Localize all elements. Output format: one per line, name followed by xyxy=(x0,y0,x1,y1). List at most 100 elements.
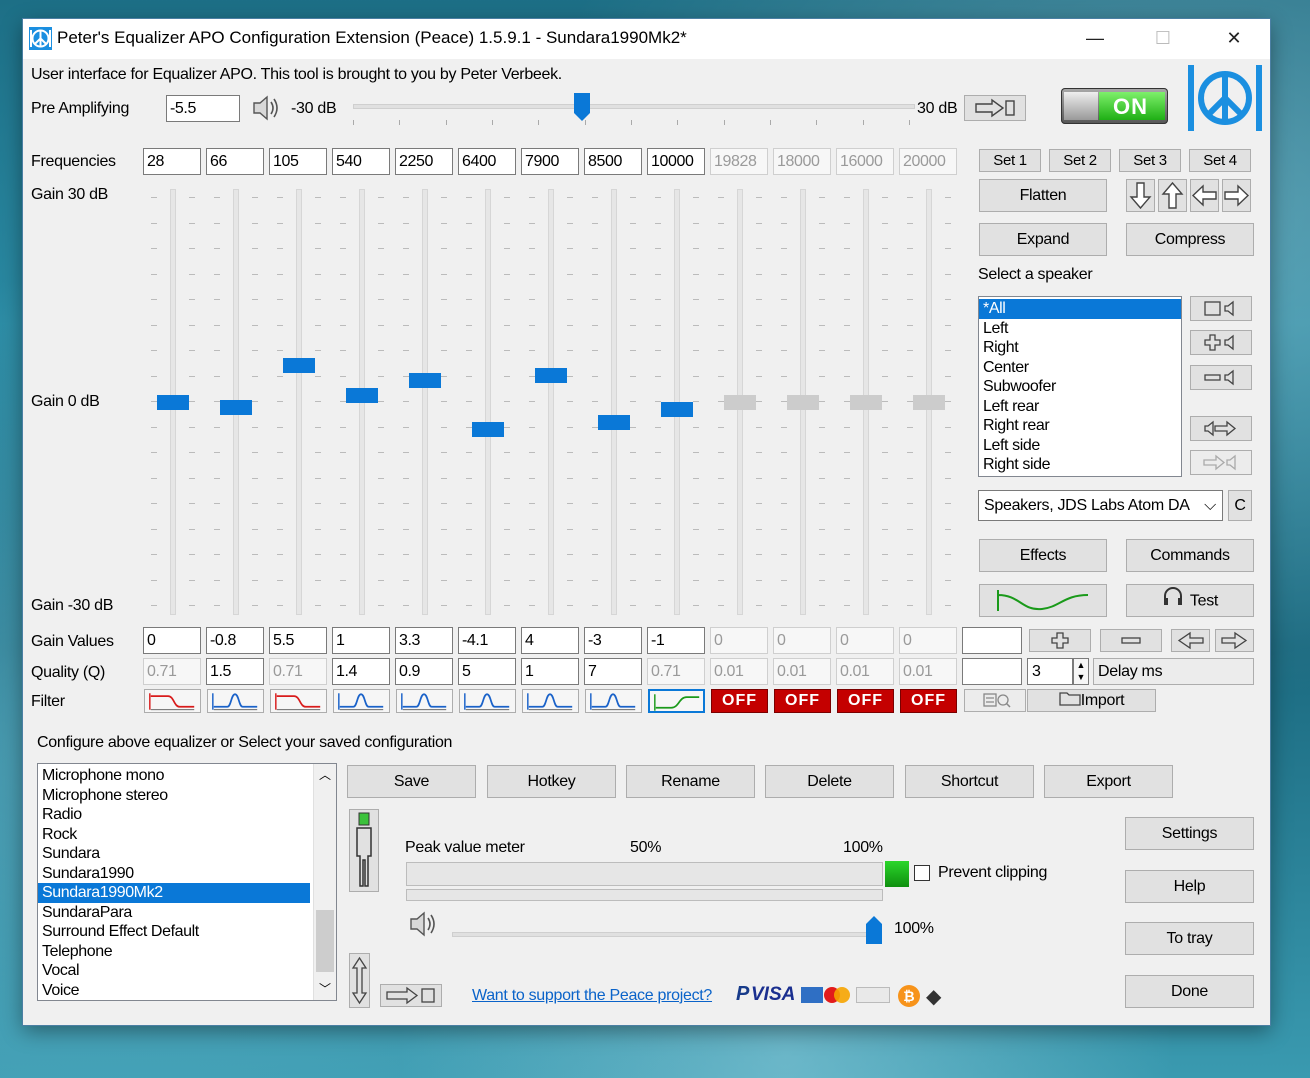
gain-input[interactable]: 0 xyxy=(899,627,957,654)
config-list-item[interactable]: Telephone xyxy=(38,942,310,962)
arrow-down-button[interactable] xyxy=(1126,179,1155,212)
band-slider-track[interactable] xyxy=(611,189,617,615)
filter-type-button[interactable] xyxy=(648,689,705,713)
config-scrollbar[interactable]: ︿ ﹀ xyxy=(313,764,336,1000)
config-list-item[interactable]: Microphone stereo xyxy=(38,786,310,806)
add-band-button[interactable] xyxy=(1029,629,1091,652)
speaker-list-item[interactable]: Right rear xyxy=(979,416,1181,436)
config-list-item[interactable]: Radio xyxy=(38,805,310,825)
speaker-list-item[interactable]: *All xyxy=(979,299,1181,319)
band-slider-thumb[interactable] xyxy=(283,358,315,374)
filter-type-button[interactable]: OFF xyxy=(711,689,768,713)
rename-button[interactable]: Rename xyxy=(626,765,755,798)
maximize-button[interactable]: ☐ xyxy=(1140,19,1186,59)
config-list-item[interactable]: Voice xyxy=(38,981,310,1001)
quality-input[interactable]: 7 xyxy=(584,658,642,685)
gain-input[interactable]: 3.3 xyxy=(395,627,453,654)
band-slider-track[interactable] xyxy=(296,189,302,615)
frequency-input[interactable]: 19828 xyxy=(710,148,768,175)
band-slider-track[interactable] xyxy=(422,189,428,615)
quality-input[interactable]: 1 xyxy=(521,658,579,685)
speaker-list-item[interactable]: Subwoofer xyxy=(979,377,1181,397)
gain-input[interactable]: -4.1 xyxy=(458,627,516,654)
filter-type-button[interactable] xyxy=(459,689,516,713)
frequency-input[interactable]: 7900 xyxy=(521,148,579,175)
help-button[interactable]: Help xyxy=(1125,870,1254,903)
band-slider-thumb[interactable] xyxy=(409,373,441,388)
minimize-button[interactable]: — xyxy=(1072,19,1118,59)
speaker-list-item[interactable]: Center xyxy=(979,358,1181,378)
frequency-input[interactable]: 20000 xyxy=(899,148,957,175)
quality-input[interactable]: 0.71 xyxy=(647,658,705,685)
band-slider-thumb[interactable] xyxy=(157,395,189,410)
gain-input[interactable]: -0.8 xyxy=(206,627,264,654)
hotkey-button[interactable]: Hotkey xyxy=(487,765,616,798)
config-list-item[interactable]: Rock xyxy=(38,825,310,845)
config-list-item[interactable]: Sundara1990Mk2 xyxy=(38,883,310,903)
remove-band-button[interactable] xyxy=(1100,629,1162,652)
band-slider-thumb[interactable] xyxy=(724,395,756,410)
quality-input[interactable]: 0.01 xyxy=(773,658,831,685)
band-slider-thumb[interactable] xyxy=(220,400,252,416)
band-slider-thumb[interactable] xyxy=(913,395,945,410)
speaker-apply-button[interactable] xyxy=(1190,450,1252,475)
frequency-input[interactable]: 540 xyxy=(332,148,390,175)
band-slider-thumb[interactable] xyxy=(346,388,378,404)
arrow-up-button[interactable] xyxy=(1158,179,1187,212)
resize-vertical-button[interactable] xyxy=(349,953,370,1008)
band-slider-thumb[interactable] xyxy=(598,415,630,430)
speaker-list-item[interactable]: Right side xyxy=(979,455,1181,475)
gain-input[interactable]: -1 xyxy=(647,627,705,654)
speaker-swap-button[interactable] xyxy=(1190,416,1252,441)
payment-logos[interactable]: P VISA ₿ ◆ xyxy=(736,982,946,1010)
speaker-square-button[interactable] xyxy=(1190,296,1252,321)
gain-input[interactable]: 5.5 xyxy=(269,627,327,654)
scroll-up-icon[interactable]: ︿ xyxy=(314,764,336,786)
close-button[interactable]: ✕ xyxy=(1211,19,1257,59)
band-slider-thumb[interactable] xyxy=(472,422,504,438)
power-toggle[interactable]: ON xyxy=(1061,88,1168,124)
filter-type-button[interactable] xyxy=(333,689,390,713)
band-slider-track[interactable] xyxy=(485,189,491,615)
quality-input[interactable]: 0.01 xyxy=(836,658,894,685)
gain-input[interactable]: 0 xyxy=(836,627,894,654)
quality-input[interactable]: 0.9 xyxy=(395,658,453,685)
frequency-input[interactable]: 105 xyxy=(269,148,327,175)
speaker-minus-button[interactable] xyxy=(1190,365,1252,390)
arrow-right-button[interactable] xyxy=(1222,179,1251,212)
filter-type-button[interactable]: OFF xyxy=(900,689,957,713)
import-button[interactable]: Import xyxy=(1027,689,1156,712)
to-tray-button[interactable]: To tray xyxy=(1125,922,1254,955)
shift-left-button[interactable] xyxy=(1171,629,1210,652)
config-list-item[interactable]: Surround Effect Default xyxy=(38,922,310,942)
test-button[interactable]: Test xyxy=(1126,584,1254,617)
filter-type-button[interactable] xyxy=(207,689,264,713)
volume-icon[interactable] xyxy=(408,908,440,940)
filter-type-button[interactable] xyxy=(585,689,642,713)
gain-input[interactable]: 0 xyxy=(710,627,768,654)
config-list-item[interactable]: Sundara1990 xyxy=(38,864,310,884)
speaker-list-item[interactable]: Left xyxy=(979,319,1181,339)
band-slider-thumb[interactable] xyxy=(850,395,882,410)
quality-input[interactable]: 1.5 xyxy=(206,658,264,685)
frequency-input[interactable]: 6400 xyxy=(458,148,516,175)
speaker-list-item[interactable]: Right xyxy=(979,338,1181,358)
scroll-thumb[interactable] xyxy=(316,910,334,972)
settings-button[interactable]: Settings xyxy=(1125,817,1254,850)
set-3-button[interactable]: Set 3 xyxy=(1119,149,1181,172)
volume-slider-track[interactable] xyxy=(452,932,878,937)
shift-right-button[interactable] xyxy=(1215,629,1254,652)
speaker-list-item[interactable]: Left side xyxy=(979,436,1181,456)
speaker-list-item[interactable]: Left rear xyxy=(979,397,1181,417)
set-2-button[interactable]: Set 2 xyxy=(1049,149,1111,172)
set-4-button[interactable]: Set 4 xyxy=(1189,149,1251,172)
quality-input[interactable]: 0.01 xyxy=(899,658,957,685)
quality-input[interactable]: 0.71 xyxy=(143,658,201,685)
config-list-item[interactable]: Microphone mono xyxy=(38,766,310,786)
effects-button[interactable]: Effects xyxy=(979,539,1107,572)
save-button[interactable]: Save xyxy=(347,765,476,798)
commands-button[interactable]: Commands xyxy=(1126,539,1254,572)
quality-input[interactable]: 1.4 xyxy=(332,658,390,685)
frequency-input[interactable]: 10000 xyxy=(647,148,705,175)
band-slider-thumb[interactable] xyxy=(787,395,819,410)
